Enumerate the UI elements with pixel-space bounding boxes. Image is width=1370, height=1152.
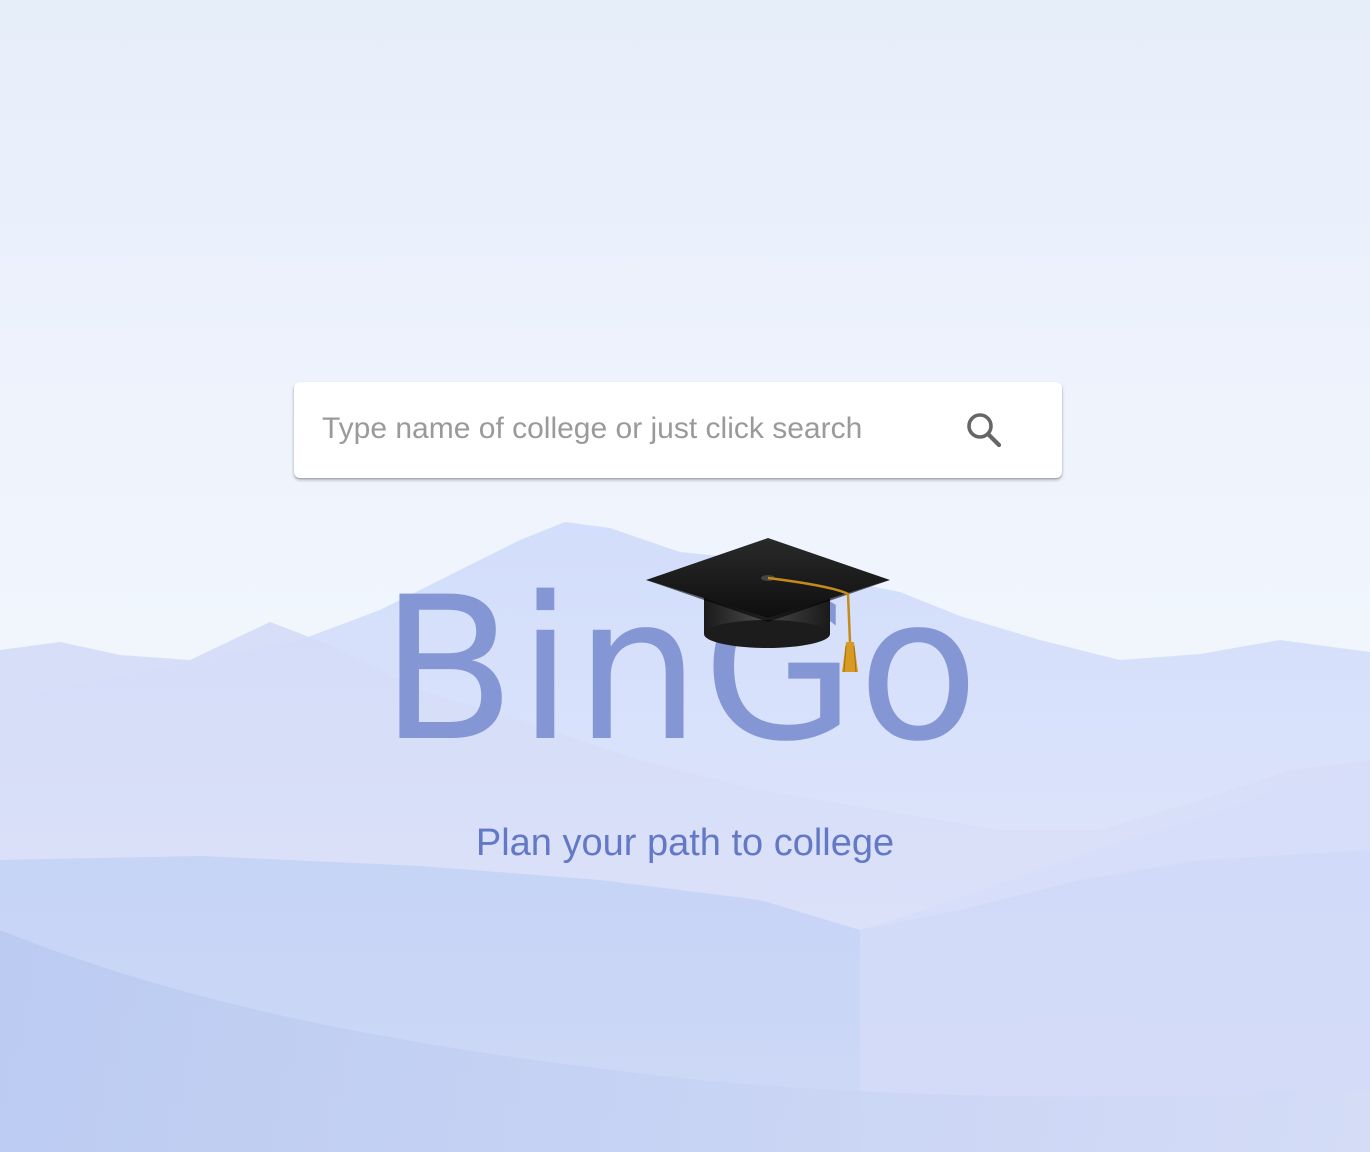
search-button[interactable] <box>956 404 1012 456</box>
search-bar <box>294 382 1062 478</box>
graduation-cap-icon <box>646 538 890 673</box>
search-input[interactable] <box>322 402 942 456</box>
search-icon <box>967 413 1002 448</box>
bingo-logo: BinGo <box>380 520 1000 780</box>
tagline: Plan your path to college <box>475 822 895 864</box>
